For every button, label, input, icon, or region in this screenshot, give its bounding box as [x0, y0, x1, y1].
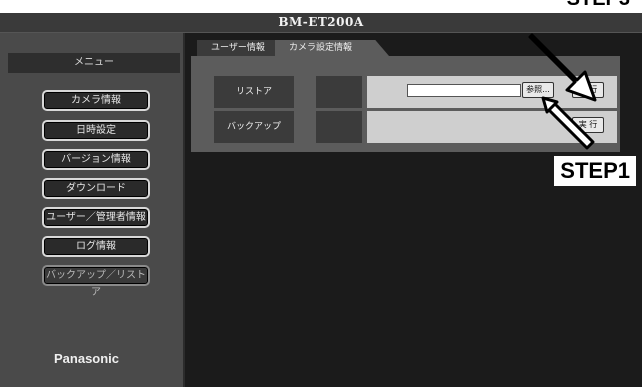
menu-item-log-info[interactable]: ログ情報 — [42, 236, 150, 257]
menu-item-camera-info[interactable]: カメラ情報 — [42, 90, 150, 111]
menu-item-backup-restore[interactable]: バックアップ／リストア — [42, 265, 150, 298]
menu-header: メニュー — [8, 53, 180, 73]
menu-item-user-admin-info[interactable]: ユーザー／管理者情報 — [42, 207, 150, 228]
step3-label: STEP3 — [560, 0, 636, 13]
restore-label: リストア — [214, 76, 294, 108]
step1-arrow-icon — [541, 96, 595, 150]
menu-item-download[interactable]: ダウンロード — [42, 178, 150, 199]
backup-spacer — [316, 111, 362, 143]
sidebar: メニュー カメラ情報 日時設定 バージョン情報 ダウンロード ユーザー／管理者情… — [0, 33, 185, 387]
restore-file-input[interactable] — [407, 84, 521, 97]
brand-logo: Panasonic — [54, 351, 120, 366]
tab-camera-settings-info[interactable]: カメラ設定情報 — [275, 40, 389, 56]
menu-item-version-info[interactable]: バージョン情報 — [42, 149, 150, 170]
menu-item-datetime-settings[interactable]: 日時設定 — [42, 120, 150, 141]
restore-spacer — [316, 76, 362, 108]
app-window: BM-ET200A メニュー カメラ情報 日時設定 バージョン情報 ダウンロード… — [0, 0, 642, 387]
backup-label: バックアップ — [214, 111, 294, 143]
